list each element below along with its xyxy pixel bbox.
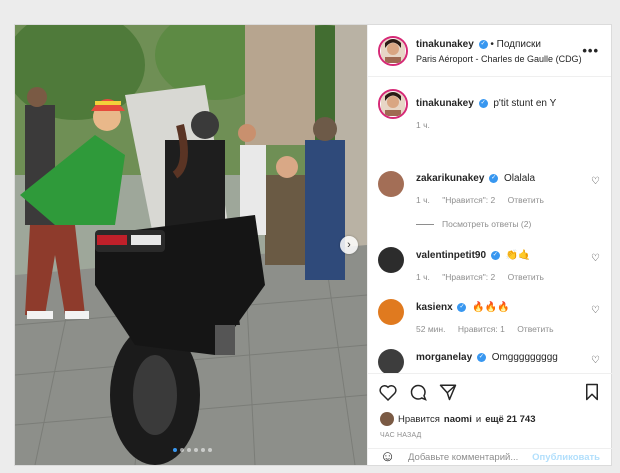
comment-time[interactable]: 52 мин.: [416, 324, 445, 334]
verified-badge-icon: ✓: [457, 302, 467, 312]
carousel-dot: [180, 448, 184, 452]
comment-username[interactable]: valentinpetit90: [416, 250, 486, 261]
carousel-dot: [208, 448, 212, 452]
comment-row: morganelay ✓ Omggggggggg ♡: [368, 347, 612, 373]
comment-username[interactable]: kasienx: [416, 302, 453, 313]
comment-time[interactable]: 1 ч.: [416, 195, 430, 205]
likes-prefix: Нравится: [398, 413, 440, 425]
save-bookmark-icon[interactable]: [582, 382, 602, 402]
post-side-panel: tinakunakey ✓ • Подписки Paris Aéroport …: [367, 25, 612, 465]
comment-likes-count[interactable]: Нравится: 1: [458, 324, 505, 334]
comment-likes-count[interactable]: "Нравится": 2: [442, 272, 495, 282]
more-horizontal-icon[interactable]: •••: [582, 43, 599, 58]
share-paper-plane-icon[interactable]: [438, 382, 458, 402]
likes-count[interactable]: ещё 21 743: [485, 414, 535, 425]
liker-avatar: [380, 412, 394, 426]
caption-username[interactable]: tinakunakey: [416, 98, 474, 109]
post-location-link[interactable]: Paris Aéroport - Charles de Gaulle (CDG): [416, 54, 582, 64]
add-comment-bar: ☺ Добавьте комментарий... Опубликовать: [368, 448, 612, 466]
next-photo-arrow-icon[interactable]: ›: [340, 236, 358, 254]
view-replies-button[interactable]: Посмотреть ответы (2): [416, 219, 531, 229]
comment-avatar[interactable]: [378, 349, 404, 373]
caption-time[interactable]: 1 ч.: [416, 120, 430, 130]
carousel-dot: [194, 448, 198, 452]
carousel-dots: [173, 448, 212, 452]
photo-scene: [15, 25, 367, 465]
comment-like-heart-icon[interactable]: ♡: [591, 305, 600, 316]
like-heart-icon[interactable]: [378, 382, 398, 402]
view-replies-label: Посмотреть ответы (2): [442, 219, 532, 229]
likes-middle: и: [475, 413, 482, 425]
caption-avatar[interactable]: [378, 89, 408, 119]
verified-badge-icon: ✓: [490, 250, 500, 260]
carousel-dot: [187, 448, 191, 452]
verified-badge-icon: ✓: [476, 352, 486, 362]
post-timestamp[interactable]: час назад: [380, 432, 422, 439]
instagram-post-window: › tinakunakey ✓ • Подписки Paris Aéropor…: [14, 24, 612, 466]
comment-avatar[interactable]: [378, 299, 404, 325]
comment-reply-button[interactable]: Ответить: [517, 324, 553, 334]
comment-like-heart-icon[interactable]: ♡: [591, 176, 600, 187]
verified-badge-icon: ✓: [478, 39, 488, 49]
comment-reply-button[interactable]: Ответить: [508, 272, 544, 282]
publish-button[interactable]: Опубликовать: [532, 452, 600, 463]
comment-avatar[interactable]: [378, 171, 404, 197]
caption-text: p'tit stunt en Y: [493, 98, 557, 109]
follow-status-button[interactable]: Подписки: [497, 39, 541, 50]
carousel-dot: [201, 448, 205, 452]
add-comment-input[interactable]: Добавьте комментарий...: [408, 452, 518, 463]
comment-row: kasienx ✓ 🔥🔥🔥 ♡ 52 мин. Нравится: 1 Отве…: [368, 297, 612, 337]
verified-badge-icon: ✓: [489, 173, 499, 183]
comment-row: zakarikunakey ✓ Olalala ♡ 1 ч. "Нравится…: [368, 167, 612, 229]
post-photo[interactable]: ›: [15, 25, 367, 465]
comment-avatar[interactable]: [378, 247, 404, 273]
comment-likes-count[interactable]: "Нравится": 2: [442, 195, 495, 205]
post-actions: Нравится naomi и ещё 21 743 час назад ☺ …: [368, 373, 612, 465]
comment-reply-button[interactable]: Ответить: [508, 195, 544, 205]
comment-username[interactable]: morganelay: [416, 352, 472, 363]
comment-text: Omggggggggg: [491, 352, 558, 363]
comment-username[interactable]: zakarikunakey: [416, 173, 484, 184]
comment-like-heart-icon[interactable]: ♡: [591, 253, 600, 264]
comment-bubble-icon[interactable]: [408, 382, 428, 402]
carousel-dot: [173, 448, 177, 452]
author-avatar[interactable]: [378, 36, 408, 66]
liker-username[interactable]: naomi: [444, 414, 472, 425]
comment-time[interactable]: 1 ч.: [416, 272, 430, 282]
post-header: tinakunakey ✓ • Подписки Paris Aéroport …: [368, 25, 611, 77]
comments-list[interactable]: tinakunakey ✓ p'tit stunt en Y 1 ч. zaka…: [368, 77, 612, 373]
comment-like-heart-icon[interactable]: ♡: [591, 355, 600, 366]
verified-badge-icon: ✓: [478, 98, 488, 108]
caption-row: tinakunakey ✓ p'tit stunt en Y 1 ч.: [368, 77, 612, 149]
comment-text: 👏🤙: [505, 250, 531, 261]
likes-summary[interactable]: Нравится naomi и ещё 21 743: [380, 412, 536, 426]
comment-row: valentinpetit90 ✓ 👏🤙 ♡ 1 ч. "Нравится": …: [368, 245, 612, 285]
comment-text: Olalala: [503, 173, 536, 184]
author-username[interactable]: tinakunakey: [416, 39, 474, 50]
comment-text: 🔥🔥🔥: [472, 302, 510, 313]
replies-divider: [416, 224, 434, 226]
emoji-smile-icon[interactable]: ☺: [380, 448, 395, 465]
